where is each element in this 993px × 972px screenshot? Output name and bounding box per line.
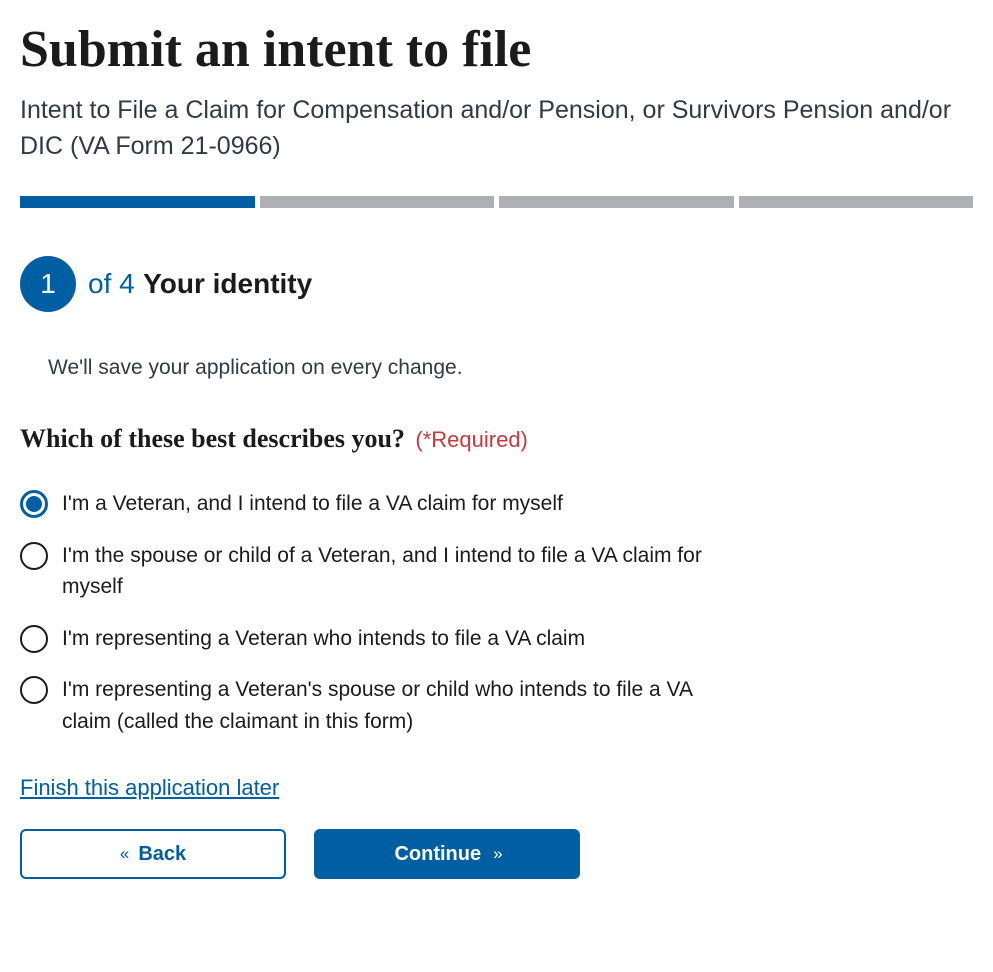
radio-button-icon: [20, 542, 48, 570]
finish-later-link[interactable]: Finish this application later: [20, 775, 279, 801]
radio-label: I'm representing a Veteran's spouse or c…: [62, 674, 720, 737]
progress-segment-2: [260, 196, 495, 208]
radio-group-identity: I'm a Veteran, and I intend to file a VA…: [20, 478, 973, 747]
radio-option-veteran-self[interactable]: I'm a Veteran, and I intend to file a VA…: [20, 478, 720, 530]
progress-bar: [20, 196, 973, 208]
required-indicator: (*Required): [415, 427, 528, 452]
page-subtitle: Intent to File a Claim for Compensation …: [20, 92, 973, 165]
navigation-buttons: « Back Continue »: [20, 829, 973, 879]
radio-option-representing-spouse-child[interactable]: I'm representing a Veteran's spouse or c…: [20, 664, 720, 747]
radio-option-representing-veteran[interactable]: I'm representing a Veteran who intends t…: [20, 613, 720, 665]
radio-button-icon: [20, 490, 48, 518]
autosave-note: We'll save your application on every cha…: [48, 356, 973, 380]
chevron-right-icon: »: [493, 844, 499, 864]
radio-option-spouse-child-self[interactable]: I'm the spouse or child of a Veteran, an…: [20, 530, 720, 613]
step-header: 1 of 4 Your identity: [20, 256, 973, 312]
radio-button-icon: [20, 676, 48, 704]
progress-segment-3: [499, 196, 734, 208]
step-number-circle: 1: [20, 256, 76, 312]
progress-segment-1: [20, 196, 255, 208]
radio-label: I'm representing a Veteran who intends t…: [62, 623, 585, 655]
chevron-left-icon: «: [120, 844, 126, 864]
question-legend: Which of these best describes you?: [20, 424, 405, 453]
radio-label: I'm the spouse or child of a Veteran, an…: [62, 540, 720, 603]
back-button[interactable]: « Back: [20, 829, 286, 879]
back-button-label: Back: [138, 843, 186, 866]
radio-button-icon: [20, 625, 48, 653]
step-of-text: of 4: [88, 268, 135, 299]
radio-label: I'm a Veteran, and I intend to file a VA…: [62, 488, 563, 520]
continue-button-label: Continue: [394, 843, 481, 866]
progress-segment-4: [739, 196, 974, 208]
page-title: Submit an intent to file: [20, 20, 973, 80]
continue-button[interactable]: Continue »: [314, 829, 580, 879]
step-title: Your identity: [143, 268, 312, 299]
